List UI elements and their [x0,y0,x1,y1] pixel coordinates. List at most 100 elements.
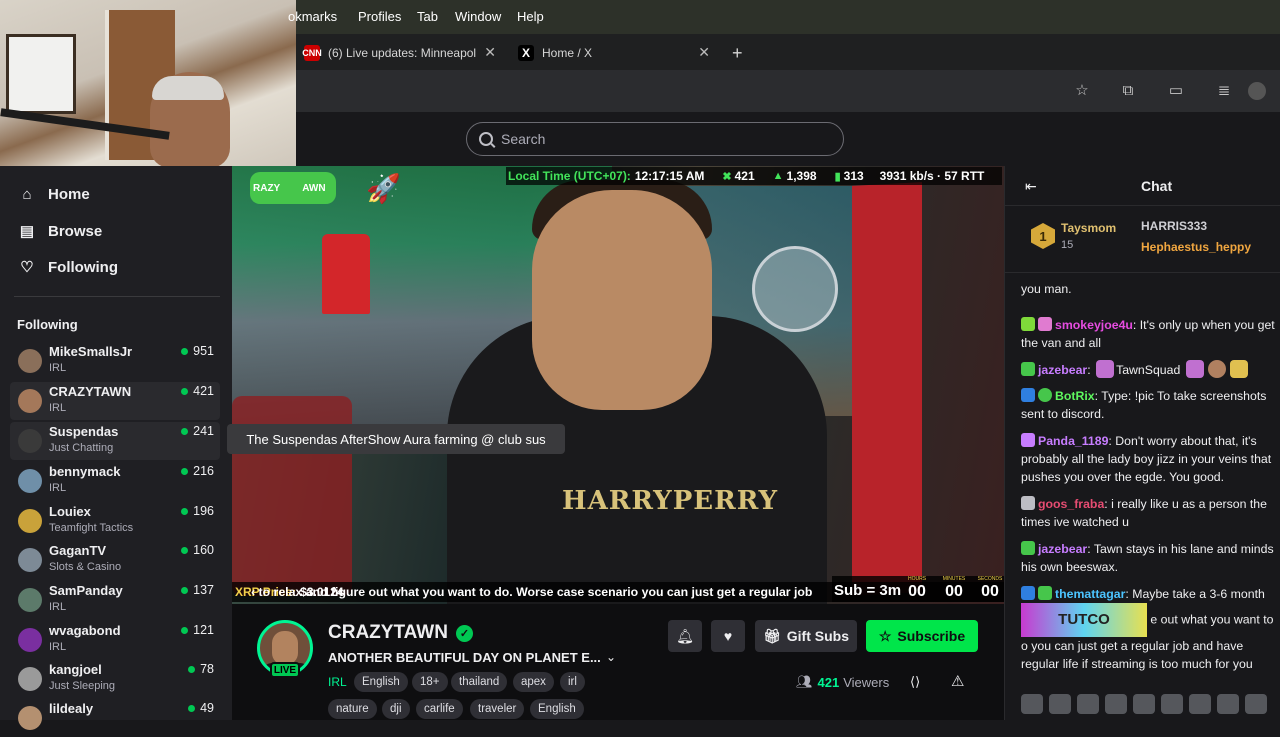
viewer-count: 137 [181,583,214,597]
close-tab-icon[interactable]: ✕ [484,44,496,61]
stat-subs-value: 313 [843,169,864,183]
emote-icon[interactable] [1021,694,1043,714]
subscribe-button[interactable]: ☆ Subscribe [866,620,978,652]
top-gifter-name[interactable]: Taysmom [1061,221,1116,235]
emote-icon[interactable] [1049,694,1071,714]
seconds-caption: SECONDS [977,576,1003,582]
search-input[interactable]: Search [466,122,844,156]
notification-bell-button[interactable]: 🔔︎ [668,620,702,652]
menu-tab[interactable]: Tab [417,9,438,24]
channel-name: lildealy [49,701,94,716]
menu-help[interactable]: Help [517,9,544,24]
close-tab-icon[interactable]: ✕ [698,44,710,61]
chat-message: jazebear: Tawn stays in his lane and min… [1021,540,1280,576]
channel-item-kangjoel[interactable]: kangjoel Just Sleeping 78 [10,660,220,698]
followers-icon: ▲ [772,170,784,182]
chat-username[interactable]: goos_fraba [1038,497,1104,511]
warning-icon[interactable]: ⚠ [951,672,964,690]
channel-item-louiex[interactable]: Louiex Teamfight Tactics 196 [10,502,220,540]
nav-following[interactable]: ♡ Following [18,258,118,277]
viewer-count-value: 160 [193,543,214,557]
emote-icon[interactable] [1105,694,1127,714]
channel-item-lildealy[interactable]: lildealy 49 [10,699,220,737]
emote-icon[interactable] [1077,694,1099,714]
emote-icon[interactable] [1189,694,1211,714]
chat-text: TawnSquad [1116,363,1181,377]
badge-icon [1038,586,1052,600]
emote-icon [1229,360,1248,378]
badge-icon [1021,362,1035,376]
video-player[interactable]: HARRYPERRY [232,166,1004,604]
channel-item-sampanday[interactable]: SamPanday IRL 137 [10,581,220,619]
extensions-icon[interactable]: ⧉ [1119,82,1137,100]
viewer-count-value: 241 [193,424,214,438]
browser-address-bar[interactable]: ☆ ⧉ ▭ ≣ [296,70,1280,112]
avatar [18,628,42,652]
channel-game: Just Chatting [49,442,114,454]
channel-item-bennymack[interactable]: bennymack IRL 216 [10,462,220,500]
avatar [18,509,42,533]
chevron-down-icon[interactable]: ⌄ [606,650,616,664]
channel-item-gagantv[interactable]: GaganTV Slots & Casino 160 [10,541,220,579]
nav-home[interactable]: ⌂ Home [18,186,89,203]
tag[interactable]: 18+ [412,672,448,692]
browser-tab-cnn[interactable]: CNN (6) Live updates: Minneapolis ✕ [302,40,496,66]
tag[interactable]: English [354,672,408,692]
media-control-icon[interactable]: ≣ [1215,82,1233,100]
gift-subs-button[interactable]: 🎁︎ Gift Subs [755,620,857,652]
tag[interactable]: English [530,699,584,719]
emote-icon [1185,360,1204,378]
emote-icon[interactable] [1161,694,1183,714]
menu-profiles[interactable]: Profiles [358,9,401,24]
collapse-chat-icon[interactable]: ⇤ [1025,178,1037,195]
profile-avatar-icon[interactable] [1248,82,1266,100]
chat-username[interactable]: jazebear [1038,542,1087,556]
tag[interactable]: dji [382,699,410,719]
browser-menubar: okmarks Profiles Tab Window Help [288,0,1280,34]
chat-username[interactable]: BotRix [1055,389,1095,403]
channel-tooltip: The Suspendas AfterShow Aura farming @ c… [227,424,565,454]
logo-text: RAZY [253,182,281,194]
chat-emote-bar[interactable] [1021,694,1267,714]
menu-bookmarks[interactable]: okmarks [288,9,337,24]
top-gifter-count: 15 [1061,239,1074,251]
channel-item-wvagabond[interactable]: wvagabond IRL 121 [10,621,220,659]
rocket-icon: 🚀 [366,173,401,204]
new-tab-button[interactable]: + [732,40,743,66]
browser-tab-x[interactable]: X Home / X ✕ [518,40,710,66]
tag[interactable]: thailand [451,672,508,692]
tag[interactable]: traveler [470,699,525,719]
nav-browse[interactable]: ▤ Browse [18,222,102,241]
share-icon[interactable]: ⟨⟩ [910,674,920,690]
tag[interactable]: irl [560,672,585,692]
channel-name-heading[interactable]: CRAZYTAWN ✓ [328,622,473,644]
chat-username[interactable]: smokeyjoe4u [1055,318,1133,332]
channel-name: wvagabond [49,623,121,638]
category-link[interactable]: IRL [328,675,347,689]
tag[interactable]: apex [513,672,554,692]
bot-badge-icon [1021,388,1035,402]
tag[interactable]: carlife [416,699,463,719]
gifter-name[interactable]: HARRIS333 [1141,219,1207,233]
channel-item-suspendas[interactable]: Suspendas Just Chatting 241 [10,422,220,460]
search-icon [479,132,493,146]
chat-username[interactable]: Panda_1189 [1038,434,1108,448]
menu-window[interactable]: Window [455,9,501,24]
emote-icon[interactable] [1245,694,1267,714]
emote-icon[interactable] [1133,694,1155,714]
channel-item-crazytawn[interactable]: CRAZYTAWN IRL 421 [10,382,220,420]
badge-icon [1021,317,1035,331]
follow-heart-button[interactable]: ♥ [711,620,745,652]
chat-username[interactable]: jazebear [1038,363,1087,377]
chat-username[interactable]: themattagar [1055,587,1125,601]
crazytawn-logo-overlay: RAZY AWN [250,172,336,204]
cast-icon[interactable]: ▭ [1167,82,1185,100]
emote-icon[interactable] [1217,694,1239,714]
gifter-name[interactable]: Hephaestus_heppy [1141,240,1251,254]
chat-message: goos_fraba: i really like u as a person … [1021,495,1280,531]
channel-item-mikesmallsjr[interactable]: MikeSmallsJr IRL 951 [10,342,220,380]
tag[interactable]: nature [328,699,377,719]
viewers-icon: 👥︎ [796,674,813,689]
bookmark-star-icon[interactable]: ☆ [1073,82,1091,100]
live-dot-icon [181,467,189,475]
